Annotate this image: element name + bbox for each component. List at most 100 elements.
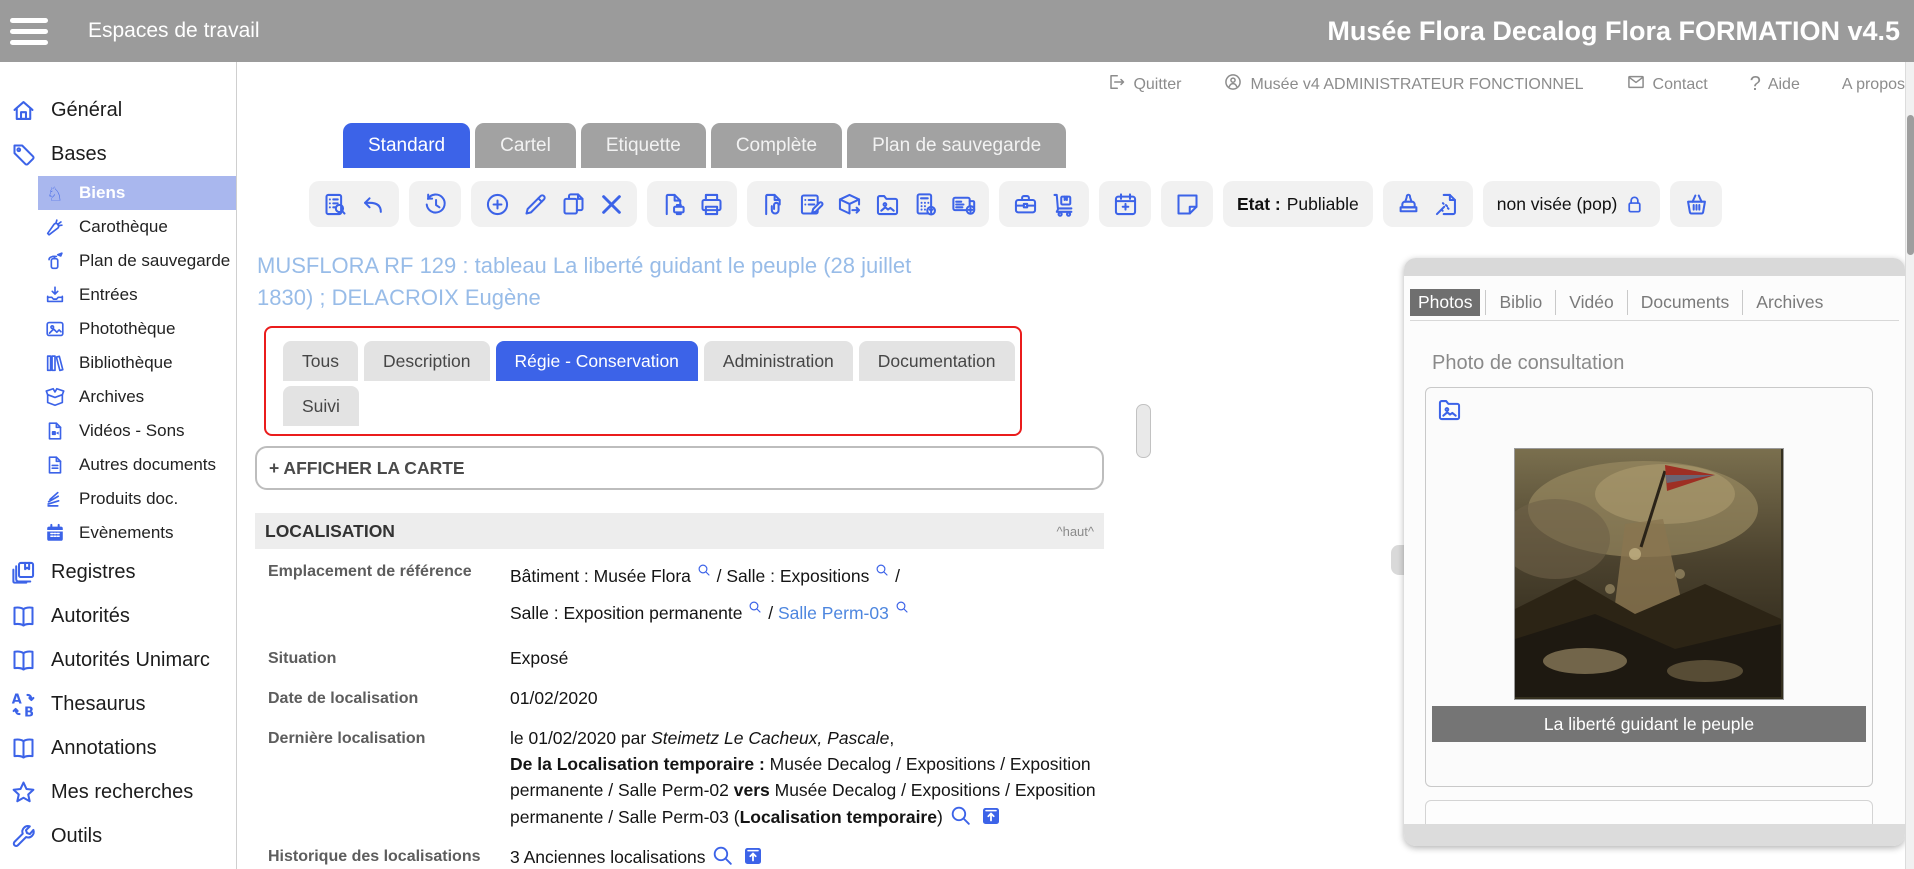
section-tab-documentation[interactable]: Documentation	[859, 341, 1015, 381]
toolbar-add-button[interactable]	[480, 186, 514, 222]
toolbar-calculator-coin-button[interactable]	[908, 186, 942, 222]
view-tab-etiquette[interactable]: Etiquette	[581, 123, 706, 168]
toolbar-group	[309, 181, 399, 227]
toolbar-folder-image-button[interactable]	[870, 186, 904, 222]
toolbar-card-add-button[interactable]	[946, 186, 980, 222]
sidebar-item-thesaurus[interactable]: ABThesaurus	[0, 682, 236, 726]
window-up-icon[interactable]	[735, 844, 765, 869]
section-tab-administration[interactable]: Administration	[704, 341, 853, 381]
toolbar-file-print-button[interactable]	[656, 186, 690, 222]
panel-splitter-handle[interactable]	[1136, 404, 1151, 458]
section-tabs-highlight-box: TousDescriptionRégie - ConservationAdmin…	[264, 326, 1022, 436]
sidebar-item-autres-documents[interactable]: Autres documents	[0, 448, 236, 482]
toolbar-stamp-button[interactable]	[1392, 186, 1426, 222]
toolbar-delete-button[interactable]	[594, 186, 628, 222]
section-tabs-row-1: TousDescriptionRégie - ConservationAdmin…	[283, 341, 1020, 381]
toolbar-group	[999, 181, 1089, 227]
media-tabs: PhotosBiblioVidéoDocumentsArchives	[1410, 284, 1899, 321]
sidebar-item-caroth-que[interactable]: Carothèque	[0, 210, 236, 244]
visa-chip[interactable]: non visée (pop)	[1483, 181, 1661, 227]
toolbar-undo-button[interactable]	[356, 186, 390, 222]
field-value: 01/02/2020	[510, 685, 1108, 711]
sidebar-item-entr-es[interactable]: Entrées	[0, 278, 236, 312]
toolbar-toolbox-button[interactable]	[1008, 186, 1042, 222]
toolbar-history-button[interactable]	[418, 186, 452, 222]
sidebar-item-bases[interactable]: Bases	[0, 132, 236, 176]
view-tab-compl-te[interactable]: Complète	[711, 123, 842, 168]
carrot-icon	[44, 216, 66, 238]
view-tab-plan-de-sauvegarde[interactable]: Plan de sauvegarde	[847, 123, 1066, 168]
media-tab-documents[interactable]: Documents	[1627, 290, 1743, 315]
sidebar-item-autorit-s-unimarc[interactable]: Autorités Unimarc	[0, 638, 236, 682]
back-to-top-link[interactable]: ^haut^	[1056, 524, 1094, 539]
thesaurus-icon: AB	[10, 691, 37, 718]
sidebar-item-plan-de-sauvegarde[interactable]: Plan de sauvegarde	[0, 244, 236, 278]
toolbar-list-search-button[interactable]	[318, 186, 352, 222]
view-tab-cartel[interactable]: Cartel	[475, 123, 576, 168]
sidebar-item-outils[interactable]: Outils	[0, 814, 236, 858]
toolbar-file-attach-button[interactable]	[756, 186, 790, 222]
sidebar-item-biens[interactable]: ♘Biens	[38, 176, 236, 210]
toolbar-calendar-add-button[interactable]	[1108, 186, 1142, 222]
sidebar-item-vid-os-sons[interactable]: Vidéos - Sons	[0, 414, 236, 448]
media-tab-photos[interactable]: Photos	[1410, 289, 1480, 316]
sidebar-item-archives[interactable]: Archives	[0, 380, 236, 414]
star-icon	[10, 779, 37, 806]
sidebar-item-label: Vidéos - Sons	[79, 421, 185, 441]
search-lg-icon[interactable]	[948, 803, 973, 830]
toolbar-magic-file-button[interactable]	[1430, 186, 1464, 222]
sidebar-item-phototh-que[interactable]: Photothèque	[0, 312, 236, 346]
hamburger-menu-icon[interactable]	[10, 14, 50, 48]
view-tab-standard[interactable]: Standard	[343, 123, 470, 168]
scrollbar-thumb[interactable]	[1907, 115, 1914, 255]
show-map-toggle[interactable]: + AFFICHER LA CARTE	[255, 446, 1104, 490]
search-sup-icon[interactable]	[747, 595, 763, 632]
toolbar-trolley-button[interactable]	[1046, 186, 1080, 222]
media-tab-vid-o[interactable]: Vidéo	[1555, 290, 1626, 315]
section-tab-r-gie-conservation[interactable]: Régie - Conservation	[496, 341, 698, 381]
user-account-link[interactable]: Musée v4 ADMINISTRATEUR FONCTIONNEL	[1223, 72, 1583, 97]
section-tab-tous[interactable]: Tous	[283, 341, 358, 381]
painting-image[interactable]	[1514, 448, 1784, 700]
home-icon	[10, 97, 37, 124]
section-title: LOCALISATION	[265, 521, 395, 542]
search-sup-icon[interactable]	[696, 558, 712, 595]
toolbar-list-edit-button[interactable]	[794, 186, 828, 222]
contact-link[interactable]: Contact	[1626, 72, 1708, 97]
toolbar-box-export-button[interactable]	[832, 186, 866, 222]
sidebar-item-mes-recherches[interactable]: Mes recherches	[0, 770, 236, 814]
media-tab-biblio[interactable]: Biblio	[1485, 290, 1555, 315]
sidebar-item-label: Autorités	[51, 605, 130, 628]
sidebar-item-ev-nements[interactable]: Evènements	[0, 516, 236, 550]
sidebar-item-biblioth-que[interactable]: Bibliothèque	[0, 346, 236, 380]
toolbar-note-button[interactable]	[1170, 186, 1204, 222]
toolbar-basket-button[interactable]	[1679, 186, 1713, 222]
location-link[interactable]: Salle Perm-03	[778, 603, 889, 623]
sidebar-item-registres[interactable]: Registres	[0, 550, 236, 594]
sidebar-item-label: Général	[51, 99, 122, 122]
search-sup-icon[interactable]	[894, 595, 910, 632]
vertical-scrollbar[interactable]	[1905, 62, 1914, 869]
search-sup-icon[interactable]	[874, 558, 890, 595]
toolbar-copy-button[interactable]	[556, 186, 590, 222]
etat-chip[interactable]: Etat : Publiable	[1223, 181, 1373, 227]
quit-link[interactable]: Quitter	[1106, 72, 1181, 97]
sidebar-item-produits-doc-[interactable]: Produits doc.	[0, 482, 236, 516]
folder-image-icon[interactable]	[1436, 396, 1463, 423]
painting-artwork	[1515, 449, 1781, 697]
sidebar-item-annotations[interactable]: Annotations	[0, 726, 236, 770]
media-tab-archives[interactable]: Archives	[1742, 290, 1836, 315]
toolbar-printer-button[interactable]	[694, 186, 728, 222]
toolbar-edit-button[interactable]	[518, 186, 552, 222]
record-title: MUSFLORA RF 129 : tableau La liberté gui…	[257, 250, 977, 313]
sidebar-item-g-n-ral[interactable]: Général	[0, 88, 236, 132]
toolbar-group	[747, 181, 989, 227]
toolbar-group	[1099, 181, 1151, 227]
search-lg-icon[interactable]	[710, 843, 735, 869]
sidebar-item-autorit-s[interactable]: Autorités	[0, 594, 236, 638]
about-link[interactable]: A propos	[1842, 76, 1905, 94]
window-up-icon[interactable]	[973, 804, 1003, 830]
help-link[interactable]: ? Aide	[1750, 73, 1800, 96]
section-tab-description[interactable]: Description	[364, 341, 490, 381]
section-tab-suivi[interactable]: Suivi	[283, 386, 359, 426]
